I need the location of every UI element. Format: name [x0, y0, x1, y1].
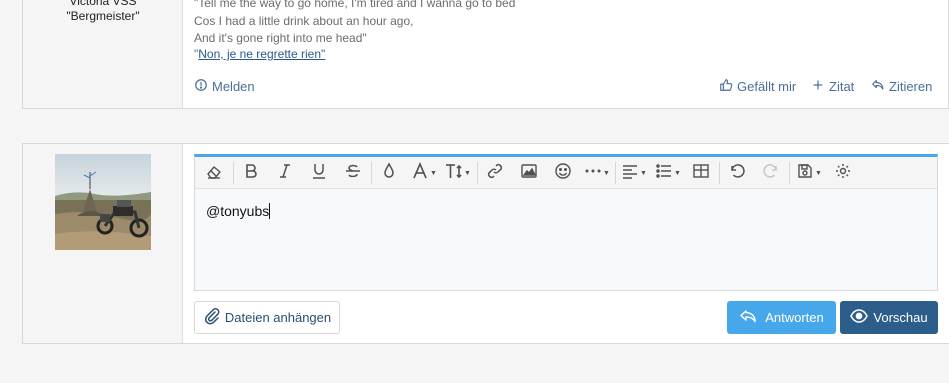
image-button[interactable]: [515, 161, 543, 185]
submit-reply-button[interactable]: Antworten: [727, 301, 836, 334]
italic-icon: [276, 162, 294, 185]
signature-line: Cos I had a little drink about an hour a…: [194, 14, 414, 28]
align-button[interactable]: ▼: [619, 161, 649, 185]
more-icon: [584, 162, 602, 185]
plus-icon: [811, 78, 825, 95]
more-options-button[interactable]: ▼: [581, 161, 613, 185]
align-icon: [621, 162, 639, 185]
undo-icon: [728, 162, 746, 185]
user-title-line-1: Victoria VSS: [69, 0, 137, 8]
clear-format-button[interactable]: [199, 161, 229, 185]
report-label: Melden: [212, 79, 255, 94]
italic-button[interactable]: [271, 161, 299, 185]
post-actions: Melden Gefällt mir Zitat Zitieren: [194, 76, 938, 98]
table-icon: [692, 162, 710, 185]
editor-text: @tonyubs: [206, 203, 270, 219]
preview-button[interactable]: Vorschau: [840, 301, 938, 334]
underline-button[interactable]: [305, 161, 333, 185]
list-button[interactable]: ▼: [653, 161, 683, 185]
quote-label: Zitat: [829, 79, 855, 94]
quote-button[interactable]: Zitat: [811, 78, 854, 95]
attach-files-button[interactable]: Dateien anhängen: [194, 301, 340, 334]
toolbar-separator: [789, 162, 790, 184]
like-button[interactable]: Gefällt mir: [719, 78, 796, 95]
submit-reply-label: Antworten: [765, 310, 824, 325]
font-size-icon: [445, 162, 463, 185]
signature-link-line: "Non, je ne regrette rien": [194, 47, 325, 61]
font-family-button[interactable]: ▼: [409, 161, 439, 185]
emoji-button[interactable]: [549, 161, 577, 185]
redo-icon: [762, 162, 780, 185]
toolbar-separator: [371, 162, 372, 184]
text-color-icon: [380, 161, 398, 185]
underline-icon: [310, 162, 328, 185]
avatar-image: [55, 154, 151, 250]
bold-icon: [242, 162, 260, 185]
thumbs-up-icon: [719, 78, 733, 95]
signature-line: And it's gone right into me head": [194, 31, 367, 45]
reply-user-sidebar: [23, 144, 183, 343]
toolbar-separator: [615, 162, 616, 184]
link-icon: [486, 162, 504, 185]
list-icon: [655, 162, 673, 185]
reply-icon: [871, 78, 885, 95]
strikethrough-icon: [344, 162, 362, 185]
post-body: "Tell me the way to go home, I'm tired a…: [194, 0, 948, 108]
toolbar-separator: [719, 162, 720, 184]
image-icon: [520, 162, 538, 185]
toolbar-separator: [477, 162, 478, 184]
quick-reply: ▼ ▼ ▼ ▼ ▼ ▼ @tonyubs Dateien anhängen An…: [22, 143, 949, 344]
signature-link[interactable]: Non, je ne regrette rien": [198, 47, 325, 61]
drafts-button[interactable]: ▼: [793, 161, 825, 185]
editor-toolbar: ▼ ▼ ▼ ▼ ▼ ▼: [195, 157, 937, 189]
table-button[interactable]: [687, 161, 715, 185]
chevron-down-icon: ▼: [674, 169, 681, 177]
preview-label: Vorschau: [873, 310, 928, 325]
eraser-icon: [205, 162, 223, 185]
post-message: Victoria VSS "Bergmeister" "Tell me the …: [22, 0, 949, 109]
text-caret: [269, 203, 271, 219]
chevron-down-icon: ▼: [603, 169, 610, 177]
text-color-button[interactable]: [375, 161, 403, 185]
chevron-down-icon: ▼: [640, 169, 647, 177]
settings-button[interactable]: [829, 161, 857, 185]
redo-button[interactable]: [757, 161, 785, 185]
chevron-down-icon: ▼: [464, 169, 471, 177]
drafts-icon: [796, 162, 814, 185]
font-size-button[interactable]: ▼: [443, 161, 473, 185]
link-button[interactable]: [481, 161, 509, 185]
font-family-icon: [411, 161, 429, 185]
strikethrough-button[interactable]: [339, 161, 367, 185]
post-user-sidebar: Victoria VSS "Bergmeister": [23, 0, 183, 108]
editor-content[interactable]: @tonyubs: [195, 189, 937, 290]
reply-icon: [739, 307, 757, 328]
eye-icon: [850, 307, 869, 328]
reply-quote-label: Zitieren: [889, 79, 933, 94]
user-title-line-2: "Bergmeister": [66, 9, 140, 23]
report-button[interactable]: Melden: [194, 78, 255, 95]
undo-button[interactable]: [723, 161, 751, 185]
info-icon: [194, 78, 208, 95]
avatar[interactable]: [55, 154, 151, 250]
bold-button[interactable]: [237, 161, 265, 185]
chevron-down-icon: ▼: [430, 169, 437, 177]
gear-icon: [834, 162, 852, 185]
attach-files-label: Dateien anhängen: [224, 310, 332, 325]
chevron-down-icon: ▼: [815, 169, 822, 177]
signature-line: "Tell me the way to go home, I'm tired a…: [194, 0, 516, 10]
like-label: Gefällt mir: [737, 79, 797, 94]
paperclip-icon: [203, 307, 221, 328]
toolbar-separator: [233, 162, 234, 184]
reply-quote-button[interactable]: Zitieren: [871, 78, 932, 95]
message-editor: ▼ ▼ ▼ ▼ ▼ ▼ @tonyubs: [194, 154, 938, 291]
emoji-icon: [554, 162, 572, 185]
